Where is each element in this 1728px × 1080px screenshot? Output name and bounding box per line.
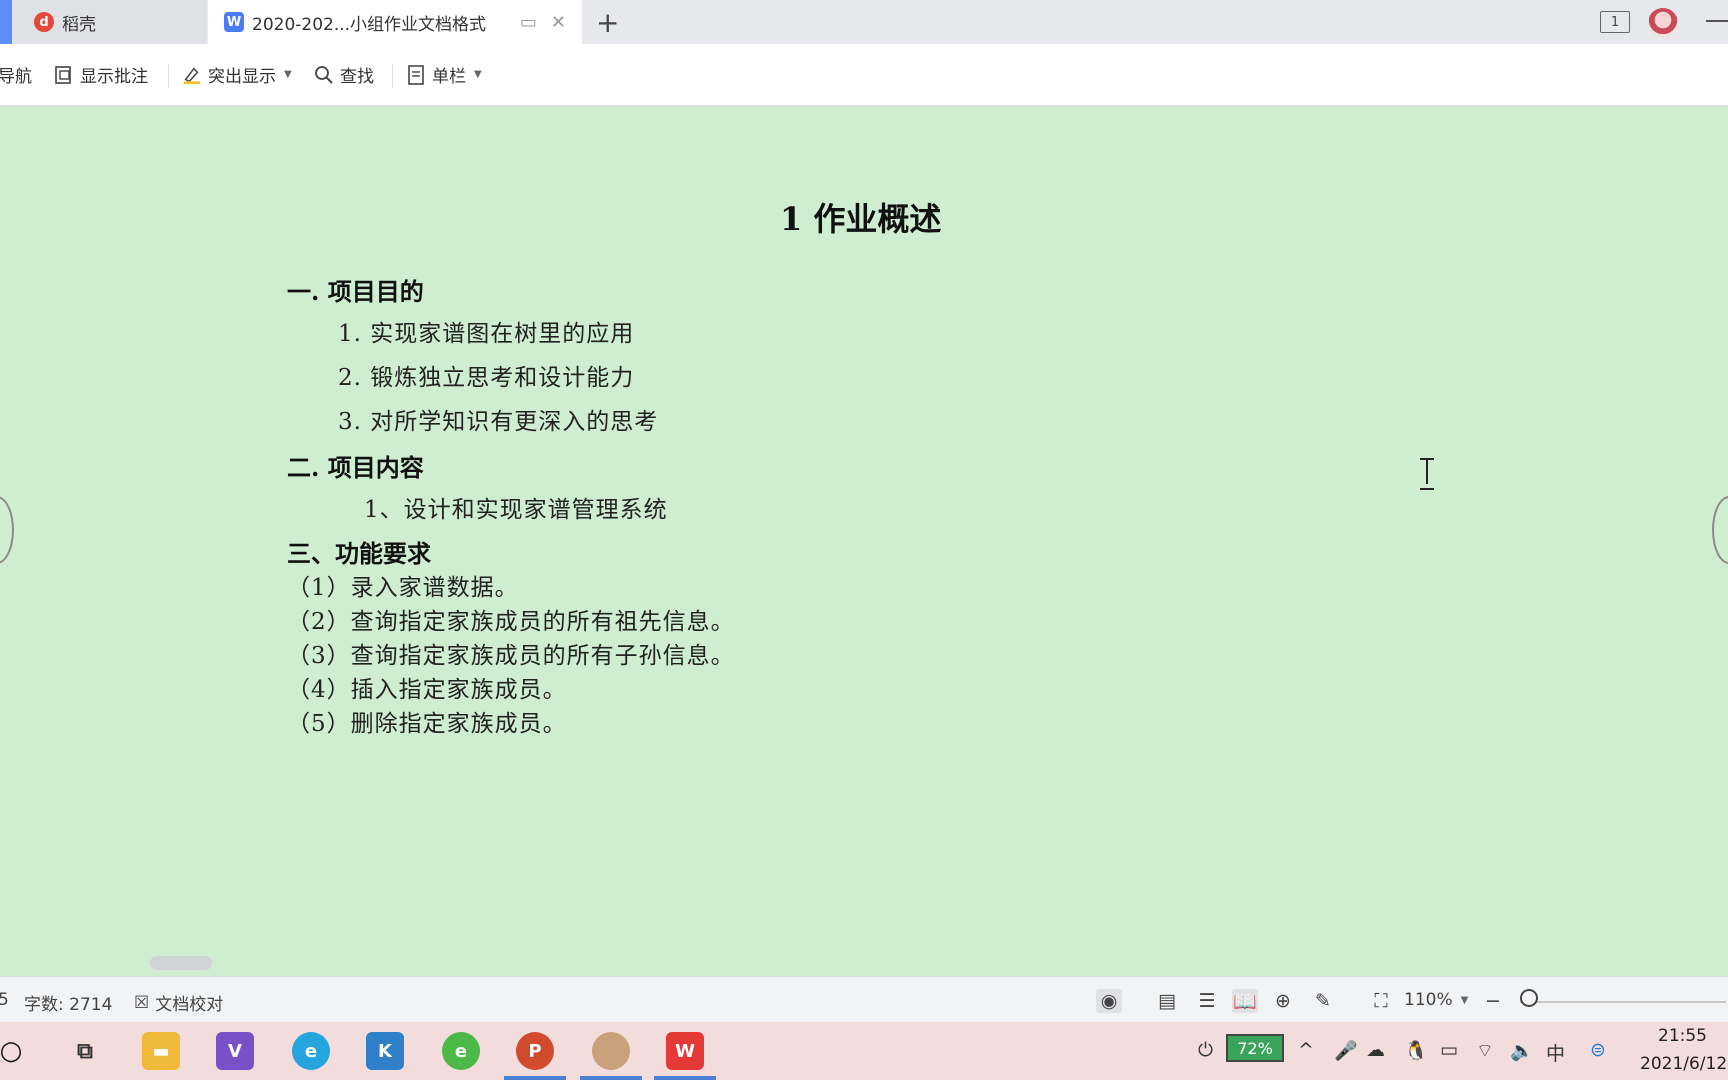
list-item: （4）插入指定家族成员。: [287, 677, 567, 703]
clock-time[interactable]: 21:55: [1658, 1026, 1707, 1046]
search-icon: [314, 65, 334, 85]
page-title: 1 作业概述: [780, 200, 942, 238]
user-avatar[interactable]: [1648, 8, 1678, 38]
next-page-button[interactable]: [1712, 496, 1728, 564]
daoke-icon: d: [34, 12, 54, 32]
k-app-icon[interactable]: K: [366, 1032, 404, 1070]
tab-document-label: 2020-202...小组作业文档格式: [252, 14, 487, 35]
tab-bar-accent: [0, 0, 12, 44]
web-view-icon[interactable]: ⊕: [1270, 989, 1296, 1013]
toolbar-divider: [168, 64, 169, 88]
tab-document[interactable]: W 2020-202...小组作业文档格式 ▭ ✕: [208, 0, 582, 44]
zoom-level-dropdown[interactable]: 110% ▼: [1404, 990, 1468, 1010]
active-app-indicator: [504, 1076, 566, 1080]
text-cursor-icon: [1420, 458, 1434, 490]
comments-icon: [54, 65, 74, 85]
reading-toolbar: 导航 显示批注 突出显示 ▼ 查找 单栏 ▼: [0, 44, 1728, 106]
chevron-up-icon[interactable]: ^: [1298, 1039, 1314, 1061]
chevron-down-icon: ▼: [1460, 994, 1469, 1006]
zoom-slider-knob[interactable]: [1520, 989, 1538, 1007]
list-item: （1）录入家谱数据。: [287, 575, 519, 601]
eye-protection-icon[interactable]: ◉: [1096, 989, 1122, 1013]
navigation-label: 导航: [0, 67, 32, 87]
minimize-icon[interactable]: [1706, 20, 1728, 22]
toolbar-divider: [392, 64, 393, 88]
find-button[interactable]: 查找: [314, 62, 374, 87]
new-tab-button[interactable]: +: [596, 6, 619, 39]
input-method-icon[interactable]: ⊜: [1590, 1039, 1606, 1061]
outline-view-icon[interactable]: ☰: [1194, 989, 1220, 1013]
highlight-label: 突出显示: [208, 67, 276, 87]
wifi-icon[interactable]: ⌔: [1476, 1039, 1494, 1063]
fit-page-icon[interactable]: ⛶: [1368, 989, 1394, 1013]
show-comments-button[interactable]: 显示批注: [54, 62, 148, 87]
section-heading: 一. 项目目的: [287, 277, 424, 306]
list-item: 1、设计和实现家谱管理系统: [364, 497, 668, 523]
highlighter-icon: [182, 65, 202, 85]
qq-icon[interactable]: 🐧: [1404, 1039, 1428, 1062]
ime-indicator[interactable]: 中: [1546, 1039, 1565, 1066]
zoom-out-icon[interactable]: −: [1480, 989, 1506, 1013]
find-label: 查找: [340, 67, 374, 87]
power-plug-icon[interactable]: ⏻: [1198, 1039, 1213, 1061]
proofread-button[interactable]: ☒ 文档校对: [134, 990, 224, 1016]
chevron-down-icon: ▼: [474, 69, 482, 80]
pin-tab-icon[interactable]: ▭: [520, 12, 537, 33]
chevron-down-icon: ▼: [284, 69, 292, 80]
powerpoint-icon[interactable]: P: [516, 1032, 554, 1070]
proofread-icon: ☒: [134, 992, 150, 1013]
clock-date[interactable]: 2021/6/12: [1640, 1054, 1727, 1074]
window-count-badge[interactable]: 1: [1600, 11, 1630, 33]
status-bar: 5 字数: 2714 ☒ 文档校对 ◉ ▤ ☰ 📖 ⊕ ✎ ⛶ 110% ▼ −: [0, 976, 1728, 1022]
tab-bar: d 稻壳 W 2020-202...小组作业文档格式 ▭ ✕ + 1: [0, 0, 1728, 44]
zoom-level: 110%: [1404, 990, 1453, 1010]
wps-writer-icon: W: [224, 12, 244, 32]
cloud-icon[interactable]: ☁: [1366, 1039, 1385, 1061]
highlight-button[interactable]: 突出显示 ▼: [182, 62, 292, 87]
horizontal-scrollbar[interactable]: [150, 956, 212, 970]
volume-icon[interactable]: 🔈: [1510, 1039, 1534, 1062]
microphone-icon[interactable]: 🎤: [1334, 1039, 1358, 1062]
word-count[interactable]: 字数: 2714: [24, 990, 112, 1015]
windows-taskbar: ○ ⧉ ▬ V e K e P W ⏻ ^ 🎤 ☁ 🐧 ▭ ⌔ 🔈 中 ⊜: [0, 1022, 1728, 1080]
list-item: 1. 实现家谱图在树里的应用: [338, 321, 635, 347]
pen-icon[interactable]: ✎: [1310, 989, 1336, 1013]
page-indicator[interactable]: 5: [0, 990, 9, 1010]
file-explorer-icon[interactable]: ▬: [142, 1032, 180, 1070]
list-item: （3）查询指定家族成员的所有子孙信息。: [287, 643, 735, 669]
page-layout-icon: [406, 64, 426, 85]
search-circle-icon[interactable]: ○: [0, 1032, 30, 1070]
document-canvas[interactable]: 1 作业概述 一. 项目目的 1. 实现家谱图在树里的应用 2. 锻炼独立思考和…: [0, 106, 1728, 970]
list-item: 3. 对所学知识有更深入的思考: [338, 409, 659, 435]
ie-browser-icon[interactable]: e: [442, 1032, 480, 1070]
proofread-label: 文档校对: [155, 995, 224, 1015]
reading-view-icon[interactable]: 📖: [1232, 989, 1258, 1013]
browser-e-icon[interactable]: e: [292, 1032, 330, 1070]
visual-studio-icon[interactable]: V: [216, 1032, 254, 1070]
close-tab-icon[interactable]: ✕: [551, 12, 566, 33]
single-column-label: 单栏: [432, 67, 466, 87]
page-view-icon[interactable]: ▤: [1154, 989, 1180, 1013]
section-heading: 三、功能要求: [287, 539, 431, 568]
list-item: （5）删除指定家族成员。: [287, 711, 567, 737]
single-column-button[interactable]: 单栏 ▼: [406, 62, 482, 87]
tab-daoke-label: 稻壳: [62, 14, 96, 35]
previous-page-button[interactable]: [0, 496, 14, 564]
task-view-icon[interactable]: ⧉: [66, 1032, 104, 1070]
zoom-slider[interactable]: [1520, 1001, 1726, 1003]
active-app-indicator: [580, 1076, 642, 1080]
navigation-button[interactable]: 导航: [0, 62, 32, 87]
active-app-indicator: [654, 1076, 716, 1080]
show-comments-label: 显示批注: [80, 67, 148, 87]
battery-indicator[interactable]: 72%: [1226, 1034, 1284, 1062]
photo-app-icon[interactable]: [592, 1032, 630, 1070]
list-item: （2）查询指定家族成员的所有祖先信息。: [287, 609, 735, 635]
wps-office-icon[interactable]: W: [666, 1032, 704, 1070]
battery-tray-icon[interactable]: ▭: [1440, 1039, 1458, 1061]
tab-daoke[interactable]: d 稻壳: [12, 0, 206, 44]
list-item: 2. 锻炼独立思考和设计能力: [338, 365, 635, 391]
section-heading: 二. 项目内容: [287, 453, 424, 482]
